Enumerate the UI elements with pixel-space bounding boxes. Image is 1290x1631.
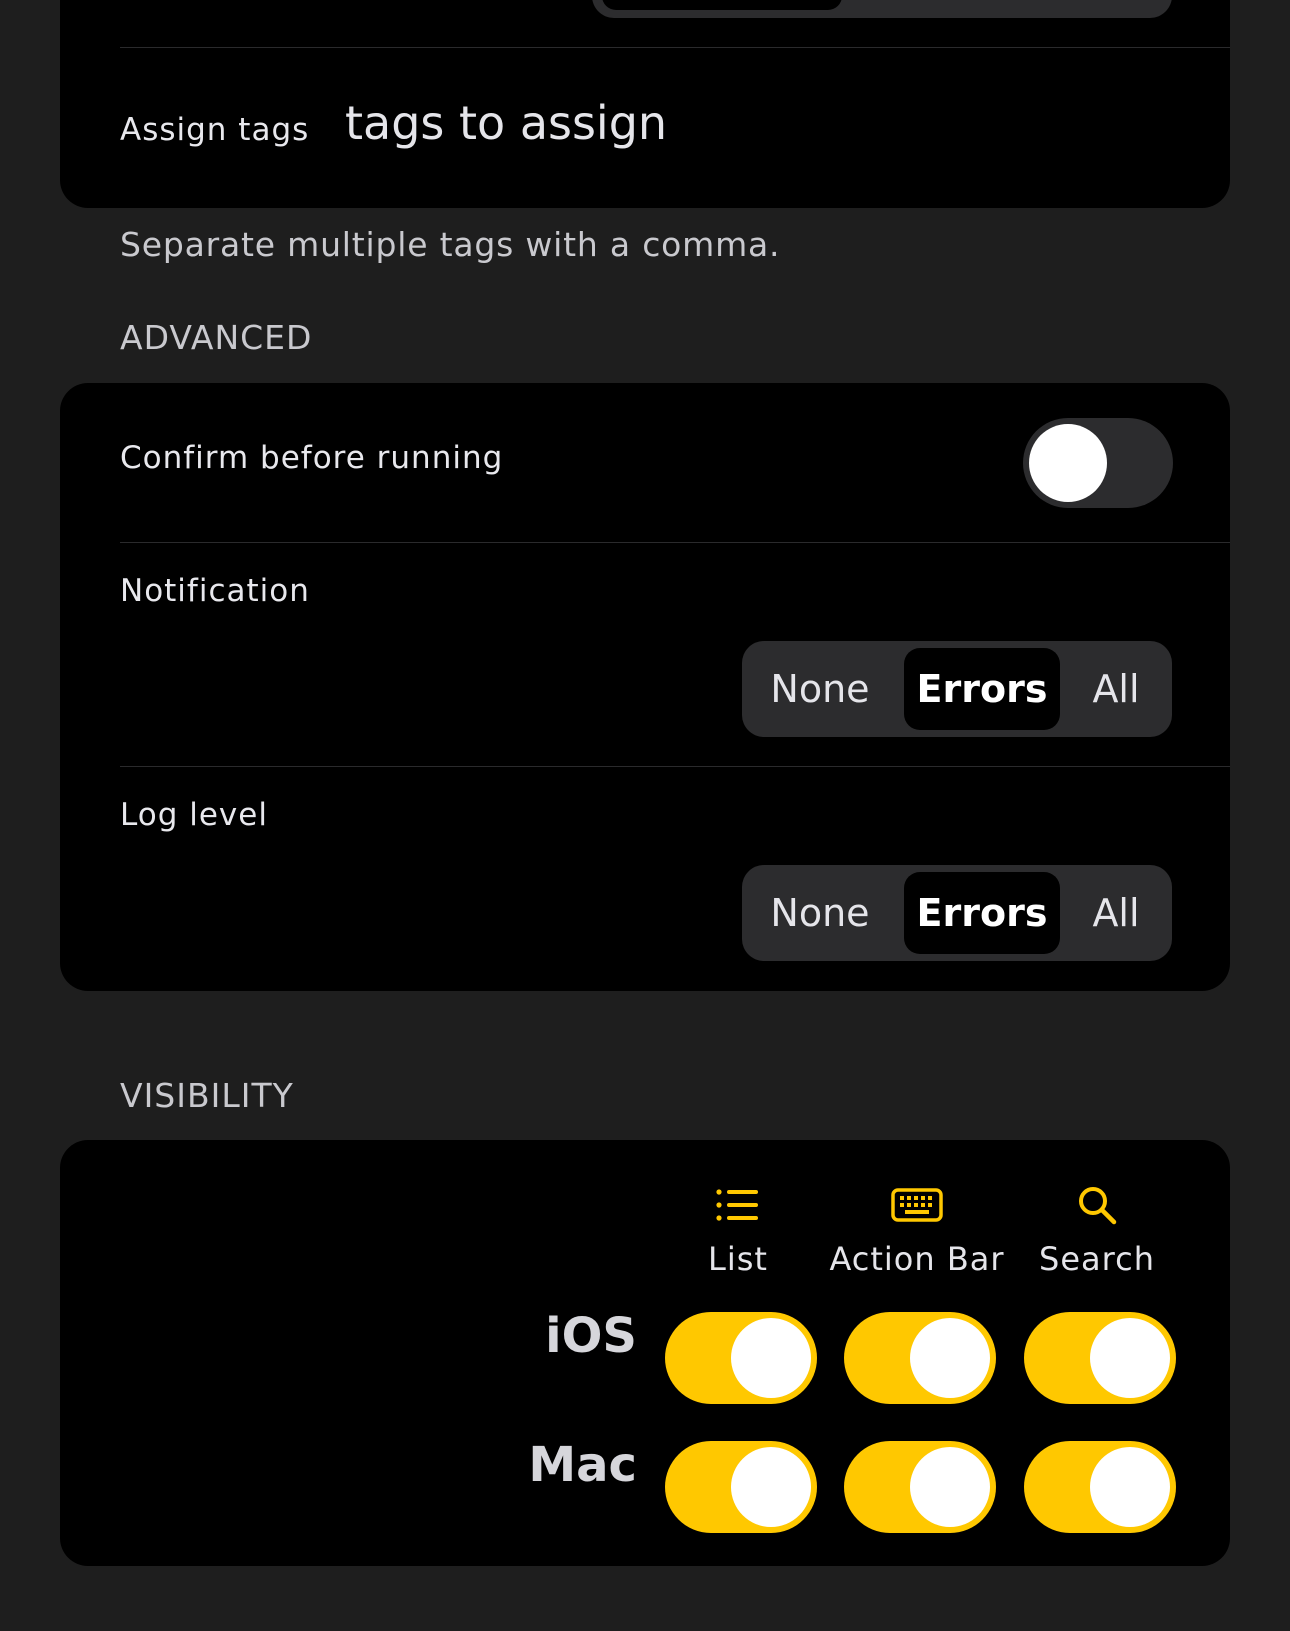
- mac-search-toggle[interactable]: [1024, 1441, 1176, 1533]
- search-icon: [1007, 1180, 1187, 1230]
- column-label-search: Search: [1039, 1240, 1155, 1278]
- confirm-before-running-label: Confirm before running: [120, 440, 504, 476]
- advanced-card: Confirm before running Notification None…: [60, 383, 1230, 991]
- row-label-mac: Mac: [528, 1437, 637, 1493]
- column-list: List: [648, 1180, 828, 1278]
- row-label-ios: iOS: [545, 1308, 637, 1364]
- assign-tags-label: Assign tags: [120, 112, 310, 148]
- log-level-segmented-control[interactable]: None Errors All: [742, 865, 1172, 961]
- list-icon: [648, 1180, 828, 1230]
- column-action-bar: Action Bar: [827, 1180, 1007, 1278]
- ios-search-toggle[interactable]: [1024, 1312, 1176, 1404]
- toggle-knob: [910, 1318, 990, 1398]
- column-label-list: List: [708, 1240, 768, 1278]
- switch-knob: [1029, 424, 1107, 502]
- segmented-control-partial[interactable]: [592, 0, 1172, 18]
- visibility-card: List Action Bar Search iOS Mac: [60, 1140, 1230, 1566]
- toggle-knob: [731, 1447, 811, 1527]
- divider: [120, 766, 1230, 767]
- divider: [120, 542, 1230, 543]
- toggle-knob: [1090, 1318, 1170, 1398]
- tags-card: Assign tags tags to assign: [60, 0, 1230, 208]
- ios-list-toggle[interactable]: [665, 1312, 817, 1404]
- log-level-option-all[interactable]: All: [1060, 872, 1172, 954]
- notification-option-none[interactable]: None: [750, 648, 890, 730]
- visibility-section-header: VISIBILITY: [120, 1076, 294, 1115]
- notification-option-all[interactable]: All: [1060, 648, 1172, 730]
- log-level-option-none[interactable]: None: [750, 872, 890, 954]
- notification-label: Notification: [120, 573, 310, 609]
- log-level-label: Log level: [120, 797, 268, 833]
- segment-selected[interactable]: [602, 0, 842, 10]
- confirm-before-running-switch[interactable]: [1023, 418, 1173, 508]
- tags-input[interactable]: tags to assign: [345, 96, 667, 150]
- mac-list-toggle[interactable]: [665, 1441, 817, 1533]
- keyboard-icon: [827, 1180, 1007, 1230]
- mac-action-bar-toggle[interactable]: [844, 1441, 996, 1533]
- notification-segmented-control[interactable]: None Errors All: [742, 641, 1172, 737]
- advanced-section-header: ADVANCED: [120, 318, 313, 357]
- column-search: Search: [1007, 1180, 1187, 1278]
- divider: [120, 47, 1230, 48]
- toggle-knob: [1090, 1447, 1170, 1527]
- column-label-action-bar: Action Bar: [829, 1240, 1005, 1278]
- toggle-knob: [731, 1318, 811, 1398]
- ios-action-bar-toggle[interactable]: [844, 1312, 996, 1404]
- log-level-option-errors[interactable]: Errors: [904, 872, 1060, 954]
- toggle-knob: [910, 1447, 990, 1527]
- tags-footnote: Separate multiple tags with a comma.: [120, 225, 781, 264]
- notification-option-errors[interactable]: Errors: [904, 648, 1060, 730]
